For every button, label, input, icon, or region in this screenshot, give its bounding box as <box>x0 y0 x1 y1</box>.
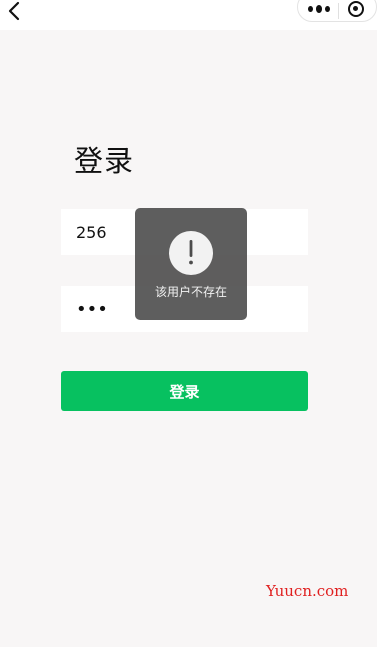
target-close-icon[interactable] <box>348 1 364 17</box>
login-button[interactable]: 登录 <box>61 371 308 411</box>
capsule-divider <box>338 3 339 19</box>
page-title: 登录 <box>74 144 135 178</box>
chevron-left-icon <box>8 1 20 21</box>
capsule-menu <box>297 0 377 22</box>
login-page: 登录 登录 该用户不存在 Yuucn.com <box>0 0 377 647</box>
more-dots-icon[interactable] <box>308 5 330 13</box>
navigation-bar <box>0 0 377 30</box>
back-button[interactable] <box>2 0 26 22</box>
watermark-text: Yuucn.com <box>266 582 349 600</box>
error-toast: 该用户不存在 <box>135 208 247 320</box>
exclamation-icon <box>169 231 213 275</box>
toast-message: 该用户不存在 <box>154 285 227 299</box>
